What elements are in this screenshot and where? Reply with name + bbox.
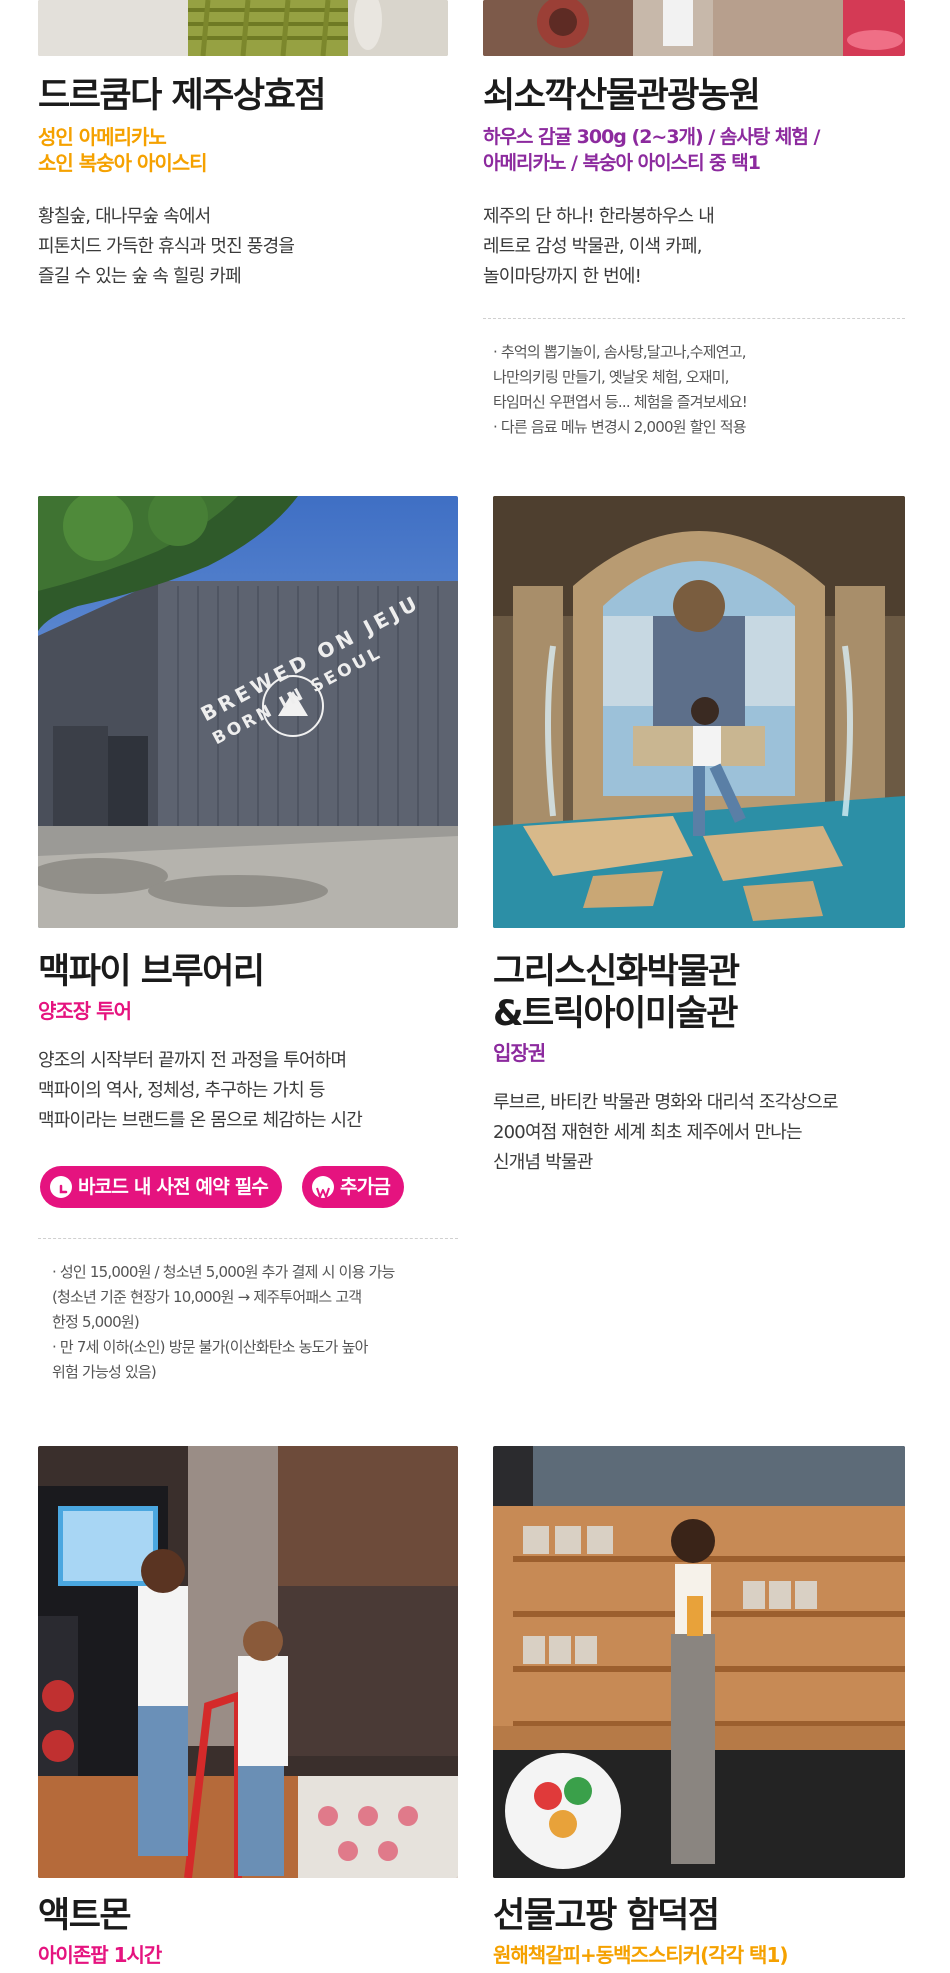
place-title: 액트몬 — [38, 1896, 132, 1936]
offer-subtitle: 아메리카노 / 복숭아 아이스티 중 택1 — [483, 152, 761, 174]
clock-icon — [50, 1176, 72, 1198]
place-description: 양조의 시작부터 끝까지 전 과정을 투어하며 — [38, 1050, 347, 1071]
extra-fee-badge[interactable]: 추가금 — [302, 1166, 405, 1208]
offer-subtitle: 소인 복숭아 아이스티 — [38, 151, 208, 175]
place-description: 루브르, 바티칸 박물관 명화와 대리석 조각상으로 — [493, 1092, 839, 1113]
place-title: 쇠소깍산물관광농원 — [483, 76, 761, 116]
place-description: 200여점 재현한 세계 최초 제주에서 만나는 — [493, 1122, 803, 1143]
place-card-drreukumda[interactable]: 드르쿰다 제주상효점 성인 아메리카노 소인 복숭아 아이스티 황칠숲, 대나무… — [0, 0, 475, 480]
note-line: · 성인 15,000원 / 청소년 5,000원 추가 결제 시 이용 가능 — [52, 1263, 395, 1281]
note-line: · 다른 음료 메뉴 변경시 2,000원 할인 적용 — [493, 418, 747, 436]
place-title: 선물고팡 함덕점 — [493, 1896, 720, 1936]
place-description: 피톤치드 가득한 휴식과 멋진 풍경을 — [38, 236, 295, 257]
arcade-photo — [38, 1446, 458, 1878]
place-card-magpie-brewery[interactable]: BREWED ON JEJU BORN IN SEOUL 맥파이 브루어리 양조… — [0, 480, 475, 1420]
offer-subtitle: 성인 아메리카노 — [38, 125, 167, 149]
note-line: · 추억의 뽑기놀이, 솜사탕,달고나,수제연고, — [493, 343, 747, 361]
extra-fee-label: 추가금 — [340, 1176, 391, 1198]
offer-subtitle: 양조장 투어 — [38, 999, 132, 1023]
place-description: 즐길 수 있는 숲 속 힐링 카페 — [38, 266, 242, 287]
place-description: 레트로 감성 박물관, 이색 카페, — [483, 236, 702, 257]
place-description: 신개념 박물관 — [493, 1152, 593, 1173]
note-line: · 만 7세 이하(소인) 방문 불가(이산화탄소 농도가 높아 — [52, 1338, 368, 1356]
place-description: 제주의 단 하나! 한라봉하우스 내 — [483, 206, 715, 227]
place-description: 맥파이의 역사, 정체성, 추구하는 가치 등 — [38, 1080, 325, 1101]
place-card-actmon[interactable]: 액트몬 아이존팝 1시간 — [0, 1420, 475, 1973]
brewery-building-photo: BREWED ON JEJU BORN IN SEOUL — [38, 496, 458, 928]
reservation-required-badge[interactable]: 바코드 내 사전 예약 필수 — [40, 1166, 283, 1208]
offer-subtitle: 원해책갈피+동백즈스티커(각각 택1) — [493, 1943, 789, 1967]
place-title: 그리스신화박물관 — [493, 952, 740, 992]
won-icon — [312, 1176, 334, 1198]
place-card-gift-gopang[interactable]: 선물고팡 함덕점 원해책갈피+동백즈스티커(각각 택1) — [475, 1420, 950, 1973]
note-line: 타임머신 우편엽서 등... 체험을 즐겨보세요! — [493, 393, 748, 411]
place-description: 놀이마당까지 한 번에! — [483, 266, 642, 287]
cafe-terrace-photo — [38, 0, 448, 56]
place-title: &트릭아이미술관 — [493, 994, 738, 1034]
offer-subtitle: 아이존팝 1시간 — [38, 1943, 162, 1967]
farm-museum-photo — [483, 0, 905, 56]
note-line: 위험 가능성 있음) — [52, 1363, 157, 1381]
trick-art-photo — [493, 496, 905, 928]
gift-shop-photo — [493, 1446, 905, 1878]
offer-subtitle: 입장권 — [493, 1041, 546, 1065]
divider — [38, 1238, 458, 1239]
offer-subtitle: 하우스 감귤 300g (2~3개) / 솜사탕 체험 / — [483, 126, 820, 148]
place-description: 맥파이라는 브랜드를 온 몸으로 체감하는 시간 — [38, 1110, 363, 1131]
place-card-soesokkak-farm[interactable]: 쇠소깍산물관광농원 하우스 감귤 300g (2~3개) / 솜사탕 체험 / … — [475, 0, 950, 480]
place-card-greek-myth-museum[interactable]: 그리스신화박물관 &트릭아이미술관 입장권 루브르, 바티칸 박물관 명화와 대… — [475, 480, 950, 1420]
note-line: (청소년 기준 현장가 10,000원 → 제주투어패스 고객 — [52, 1288, 362, 1306]
reservation-badge-label: 바코드 내 사전 예약 필수 — [78, 1176, 269, 1198]
place-title: 맥파이 브루어리 — [38, 952, 265, 992]
note-line: 나만의키링 만들기, 옛날옷 체험, 오재미, — [493, 368, 730, 386]
place-title: 드르쿰다 제주상효점 — [38, 76, 327, 116]
note-line: 한정 5,000원) — [52, 1313, 140, 1331]
divider — [483, 318, 905, 319]
place-description: 황칠숲, 대나무숲 속에서 — [38, 206, 211, 227]
